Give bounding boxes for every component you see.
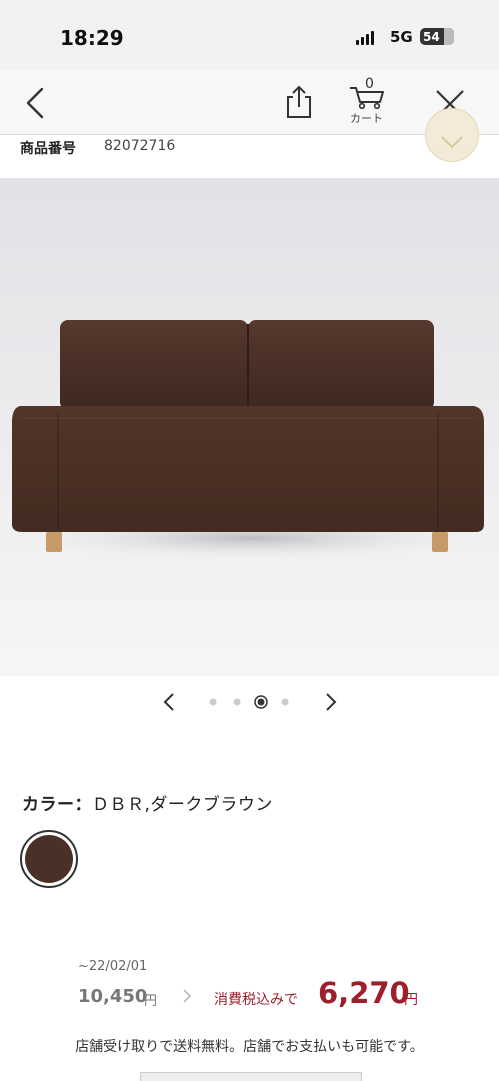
- prev-image-button[interactable]: [160, 691, 180, 713]
- color-label-title: カラー：: [22, 795, 92, 815]
- color-label: カラー：ＤＢＲ,ダークブラウン: [22, 790, 273, 815]
- sofa-image: [0, 178, 499, 676]
- sale-price: 6,270: [318, 976, 410, 1010]
- share-icon[interactable]: [284, 84, 314, 120]
- cart-label[interactable]: カート: [350, 110, 383, 126]
- battery-icon: 54: [420, 28, 454, 45]
- color-label-value: ＤＢＲ,ダークブラウン: [92, 795, 273, 815]
- color-swatch[interactable]: [20, 830, 78, 888]
- nav-bar: [0, 70, 499, 135]
- price-date: ~22/02/01: [78, 959, 148, 974]
- status-time: 18:29: [60, 26, 124, 50]
- shipping-note: 店舗受け取りで送料無料。店舗でお支払いも可能です。: [75, 1039, 424, 1055]
- battery-level: 54: [423, 29, 440, 44]
- tax-included-label: 消費税込みで: [214, 992, 298, 1008]
- product-image[interactable]: [0, 178, 499, 676]
- chevron-right-icon: [183, 989, 192, 1003]
- next-image-button[interactable]: [320, 691, 340, 713]
- favorite-button[interactable]: [425, 108, 479, 162]
- gallery-dots: [209, 695, 289, 709]
- product-number-value: 82072716: [104, 138, 176, 154]
- color-swatch-fill: [25, 835, 73, 883]
- old-price: 10,450: [78, 986, 148, 1007]
- old-price-yen: 円: [144, 994, 158, 1009]
- product-number-label: 商品番号: [20, 141, 76, 157]
- signal-icon: [356, 31, 374, 45]
- network-type: 5G: [390, 28, 413, 46]
- heart-icon: [441, 136, 463, 149]
- sale-price-yen: 円: [404, 992, 418, 1008]
- cart-count: 0: [365, 76, 374, 92]
- chevron-left-icon[interactable]: [22, 86, 50, 120]
